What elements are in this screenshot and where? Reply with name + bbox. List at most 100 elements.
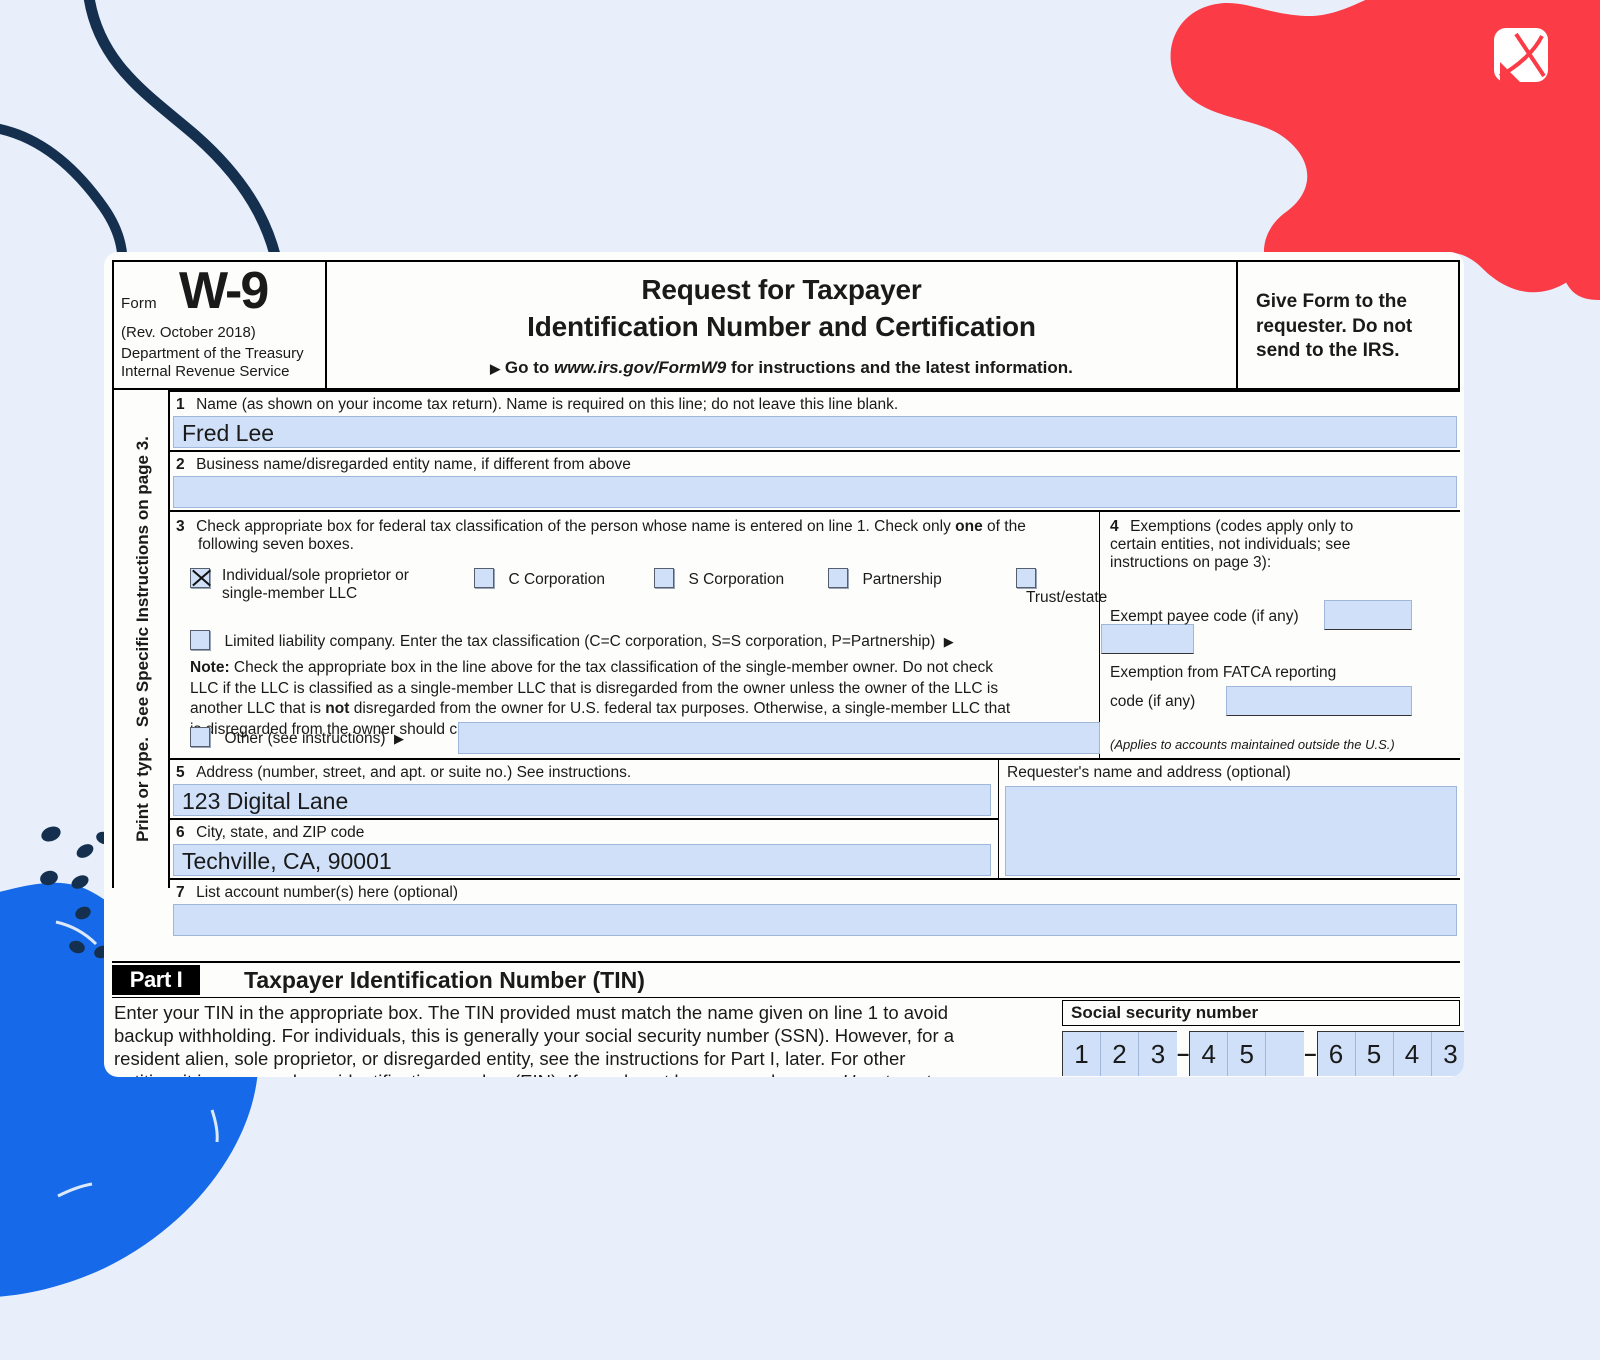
print-or-type-rail: Print or type. See Specific Instructions… bbox=[112, 390, 170, 888]
irs-url[interactable]: www.irs.gov/FormW9 bbox=[554, 358, 726, 377]
line-1-label: Name (as shown on your income tax return… bbox=[196, 396, 899, 413]
tin-instructions-line-1: Enter your TIN in the appropriate box. T… bbox=[114, 1002, 948, 1023]
city-state-zip-input-value: Techville, CA, 90001 bbox=[182, 848, 392, 874]
checkbox-s-corp-group[interactable]: S Corporation bbox=[654, 568, 784, 589]
line-3-label-bold: one bbox=[955, 518, 983, 535]
form-revision-date: (Rev. October 2018) bbox=[121, 324, 256, 341]
line-4-number: 4 bbox=[1110, 518, 1119, 535]
ssn-digit[interactable] bbox=[1266, 1032, 1305, 1076]
line-2-label: Business name/disregarded entity name, i… bbox=[196, 456, 631, 473]
checkbox-individual[interactable] bbox=[190, 568, 210, 588]
ssn-digit[interactable]: 5 bbox=[1228, 1032, 1267, 1076]
line-3-label-part-1: Check appropriate box for federal tax cl… bbox=[196, 518, 951, 535]
right-arrow-icon-other: ▶ bbox=[394, 731, 404, 746]
llc-note-line-3b: disregarded from the owner for U.S. fede… bbox=[353, 700, 1011, 718]
line-6-label-wrap: 6 City, state, and ZIP code bbox=[170, 820, 998, 842]
form-header: Form W-9 (Rev. October 2018) Department … bbox=[112, 260, 1460, 390]
checkbox-c-corp-group[interactable]: C Corporation bbox=[474, 568, 605, 589]
exemptions-column: 4 Exemptions (codes apply only to certai… bbox=[1102, 512, 1460, 760]
llc-note-bold-label: Note: bbox=[190, 659, 230, 676]
ssn-group-1[interactable]: 1 2 3 bbox=[1062, 1031, 1177, 1076]
checkbox-trust-estate-group[interactable]: Trust/estate bbox=[1016, 568, 1107, 607]
fatca-code-value bbox=[1227, 687, 1411, 689]
fatca-label-line-2: code (if any) bbox=[1110, 693, 1196, 710]
tin-instructions-line-2: backup withholding. For individuals, thi… bbox=[114, 1024, 955, 1046]
ssn-digit[interactable]: 5 bbox=[1355, 1032, 1394, 1076]
tin-instructions-line-4: entities, it is your employer identifica… bbox=[114, 1071, 837, 1077]
exempt-payee-code-input[interactable] bbox=[1324, 600, 1412, 630]
exemptions-footnote: (Applies to accounts maintained outside … bbox=[1110, 737, 1395, 752]
business-name-input[interactable] bbox=[173, 476, 1457, 508]
checkbox-partnership[interactable] bbox=[828, 568, 848, 588]
line-2-label-wrap: 2 Business name/disregarded entity name,… bbox=[170, 452, 1460, 474]
part-1-tag: Part I bbox=[112, 965, 200, 995]
other-row[interactable]: Other (see instructions) ▶ bbox=[190, 727, 404, 748]
account-numbers-input[interactable] bbox=[173, 904, 1457, 936]
ssn-separator: – bbox=[1177, 1040, 1190, 1066]
form-title-line-2: Identification Number and Certification bbox=[527, 310, 1036, 342]
line-3-number: 3 bbox=[176, 518, 185, 535]
line-7-label-wrap: 7 List account number(s) here (optional) bbox=[170, 880, 1460, 902]
checkbox-other[interactable] bbox=[190, 727, 210, 747]
line-3-label-line-2: following seven boxes. bbox=[198, 536, 354, 553]
llc-note-line-2: LLC if the LLC is classified as a single… bbox=[190, 679, 999, 697]
checkbox-trust-estate[interactable] bbox=[1016, 568, 1036, 588]
requester-block: Requester's name and address (optional) bbox=[998, 758, 1460, 878]
agency-line-1: Department of the Treasury bbox=[121, 345, 304, 362]
form-header-title-block: Request for Taxpayer Identification Numb… bbox=[327, 262, 1238, 388]
ssn-group-3[interactable]: 6 5 4 3 bbox=[1316, 1031, 1464, 1076]
name-input[interactable]: Fred Lee bbox=[173, 416, 1457, 448]
name-input-value: Fred Lee bbox=[182, 420, 275, 446]
goto-suffix: for instructions and the latest informat… bbox=[730, 357, 1073, 377]
give-form-note: Give Form to the requester. Do not send … bbox=[1256, 291, 1413, 362]
city-state-zip-input[interactable]: Techville, CA, 90001 bbox=[173, 844, 991, 876]
right-arrow-icon-llc: ▶ bbox=[943, 634, 954, 649]
checkbox-s-corporation-label: S Corporation bbox=[688, 571, 785, 588]
line-1-label-wrap: 1 Name (as shown on your income tax retu… bbox=[170, 392, 1460, 414]
requester-input[interactable] bbox=[1005, 786, 1457, 876]
ssn-input-group[interactable]: 1 2 3 – 4 5 – 6 5 4 3 bbox=[1062, 1031, 1464, 1076]
checkbox-c-corporation[interactable] bbox=[474, 568, 494, 588]
tin-instructions-line-3: resident alien, sole proprietor, or disr… bbox=[114, 1047, 906, 1069]
checkbox-s-corporation[interactable] bbox=[654, 568, 674, 588]
part-1-title: Taxpayer Identification Number (TIN) bbox=[244, 967, 645, 993]
line-3-label-wrap: 3 Check appropriate box for federal tax … bbox=[170, 512, 1099, 554]
requester-label: Requester's name and address (optional) bbox=[1007, 764, 1291, 781]
ssn-separator: – bbox=[1304, 1040, 1317, 1066]
other-classification-input[interactable] bbox=[458, 722, 1100, 754]
ssn-group-2[interactable]: 4 5 bbox=[1189, 1031, 1305, 1076]
form-title-line-1: Request for Taxpayer bbox=[641, 274, 922, 305]
line-5-number: 5 bbox=[176, 764, 185, 781]
checkbox-llc[interactable] bbox=[190, 630, 210, 650]
part-1-header: Part I Taxpayer Identification Number (T… bbox=[112, 961, 1460, 997]
w9-form-document: Form W-9 (Rev. October 2018) Department … bbox=[104, 252, 1464, 1077]
line-3-label-part-2: of the bbox=[987, 518, 1026, 535]
other-label: Other (see instructions) bbox=[224, 730, 386, 747]
address-input-value: 123 Digital Lane bbox=[182, 788, 349, 814]
llc-row[interactable]: Limited liability company. Enter the tax… bbox=[190, 630, 1100, 651]
line-6-label: City, state, and ZIP code bbox=[196, 824, 365, 841]
form-number: W-9 bbox=[179, 262, 269, 320]
address-input[interactable]: 123 Digital Lane bbox=[173, 784, 991, 816]
line-5-label-wrap: 5 Address (number, street, and apt. or s… bbox=[170, 760, 988, 782]
account-numbers-input-value bbox=[174, 905, 1456, 907]
checkbox-partnership-group[interactable]: Partnership bbox=[828, 568, 942, 589]
line-7-row: 7 List account number(s) here (optional) bbox=[170, 878, 1460, 936]
line-5-label: Address (number, street, and apt. or sui… bbox=[196, 764, 632, 781]
ssn-digit[interactable]: 3 bbox=[1431, 1032, 1464, 1076]
ssn-digit[interactable]: 2 bbox=[1101, 1032, 1139, 1076]
ssn-digit[interactable]: 4 bbox=[1393, 1032, 1432, 1076]
requester-input-value bbox=[1006, 787, 1456, 789]
business-name-input-value bbox=[174, 477, 1456, 479]
line-3-row: 3 Check appropriate box for federal tax … bbox=[170, 510, 1460, 760]
checkbox-individual-group[interactable]: Individual/sole proprietor or single-mem… bbox=[190, 567, 420, 602]
ssn-digit[interactable]: 3 bbox=[1139, 1032, 1177, 1076]
line-4-label-line-1: Exemptions (codes apply only to bbox=[1130, 518, 1354, 535]
ssn-digit[interactable]: 4 bbox=[1190, 1032, 1229, 1076]
form-sheet: Form W-9 (Rev. October 2018) Department … bbox=[108, 256, 1464, 1077]
form-instructions-link-line[interactable]: ▶ Go to www.irs.gov/FormW9 for instructi… bbox=[327, 358, 1236, 378]
goto-prefix: Go to bbox=[504, 357, 550, 377]
ssn-digit[interactable]: 6 bbox=[1317, 1032, 1356, 1076]
ssn-digit[interactable]: 1 bbox=[1063, 1032, 1101, 1076]
fatca-code-input[interactable] bbox=[1226, 686, 1412, 716]
